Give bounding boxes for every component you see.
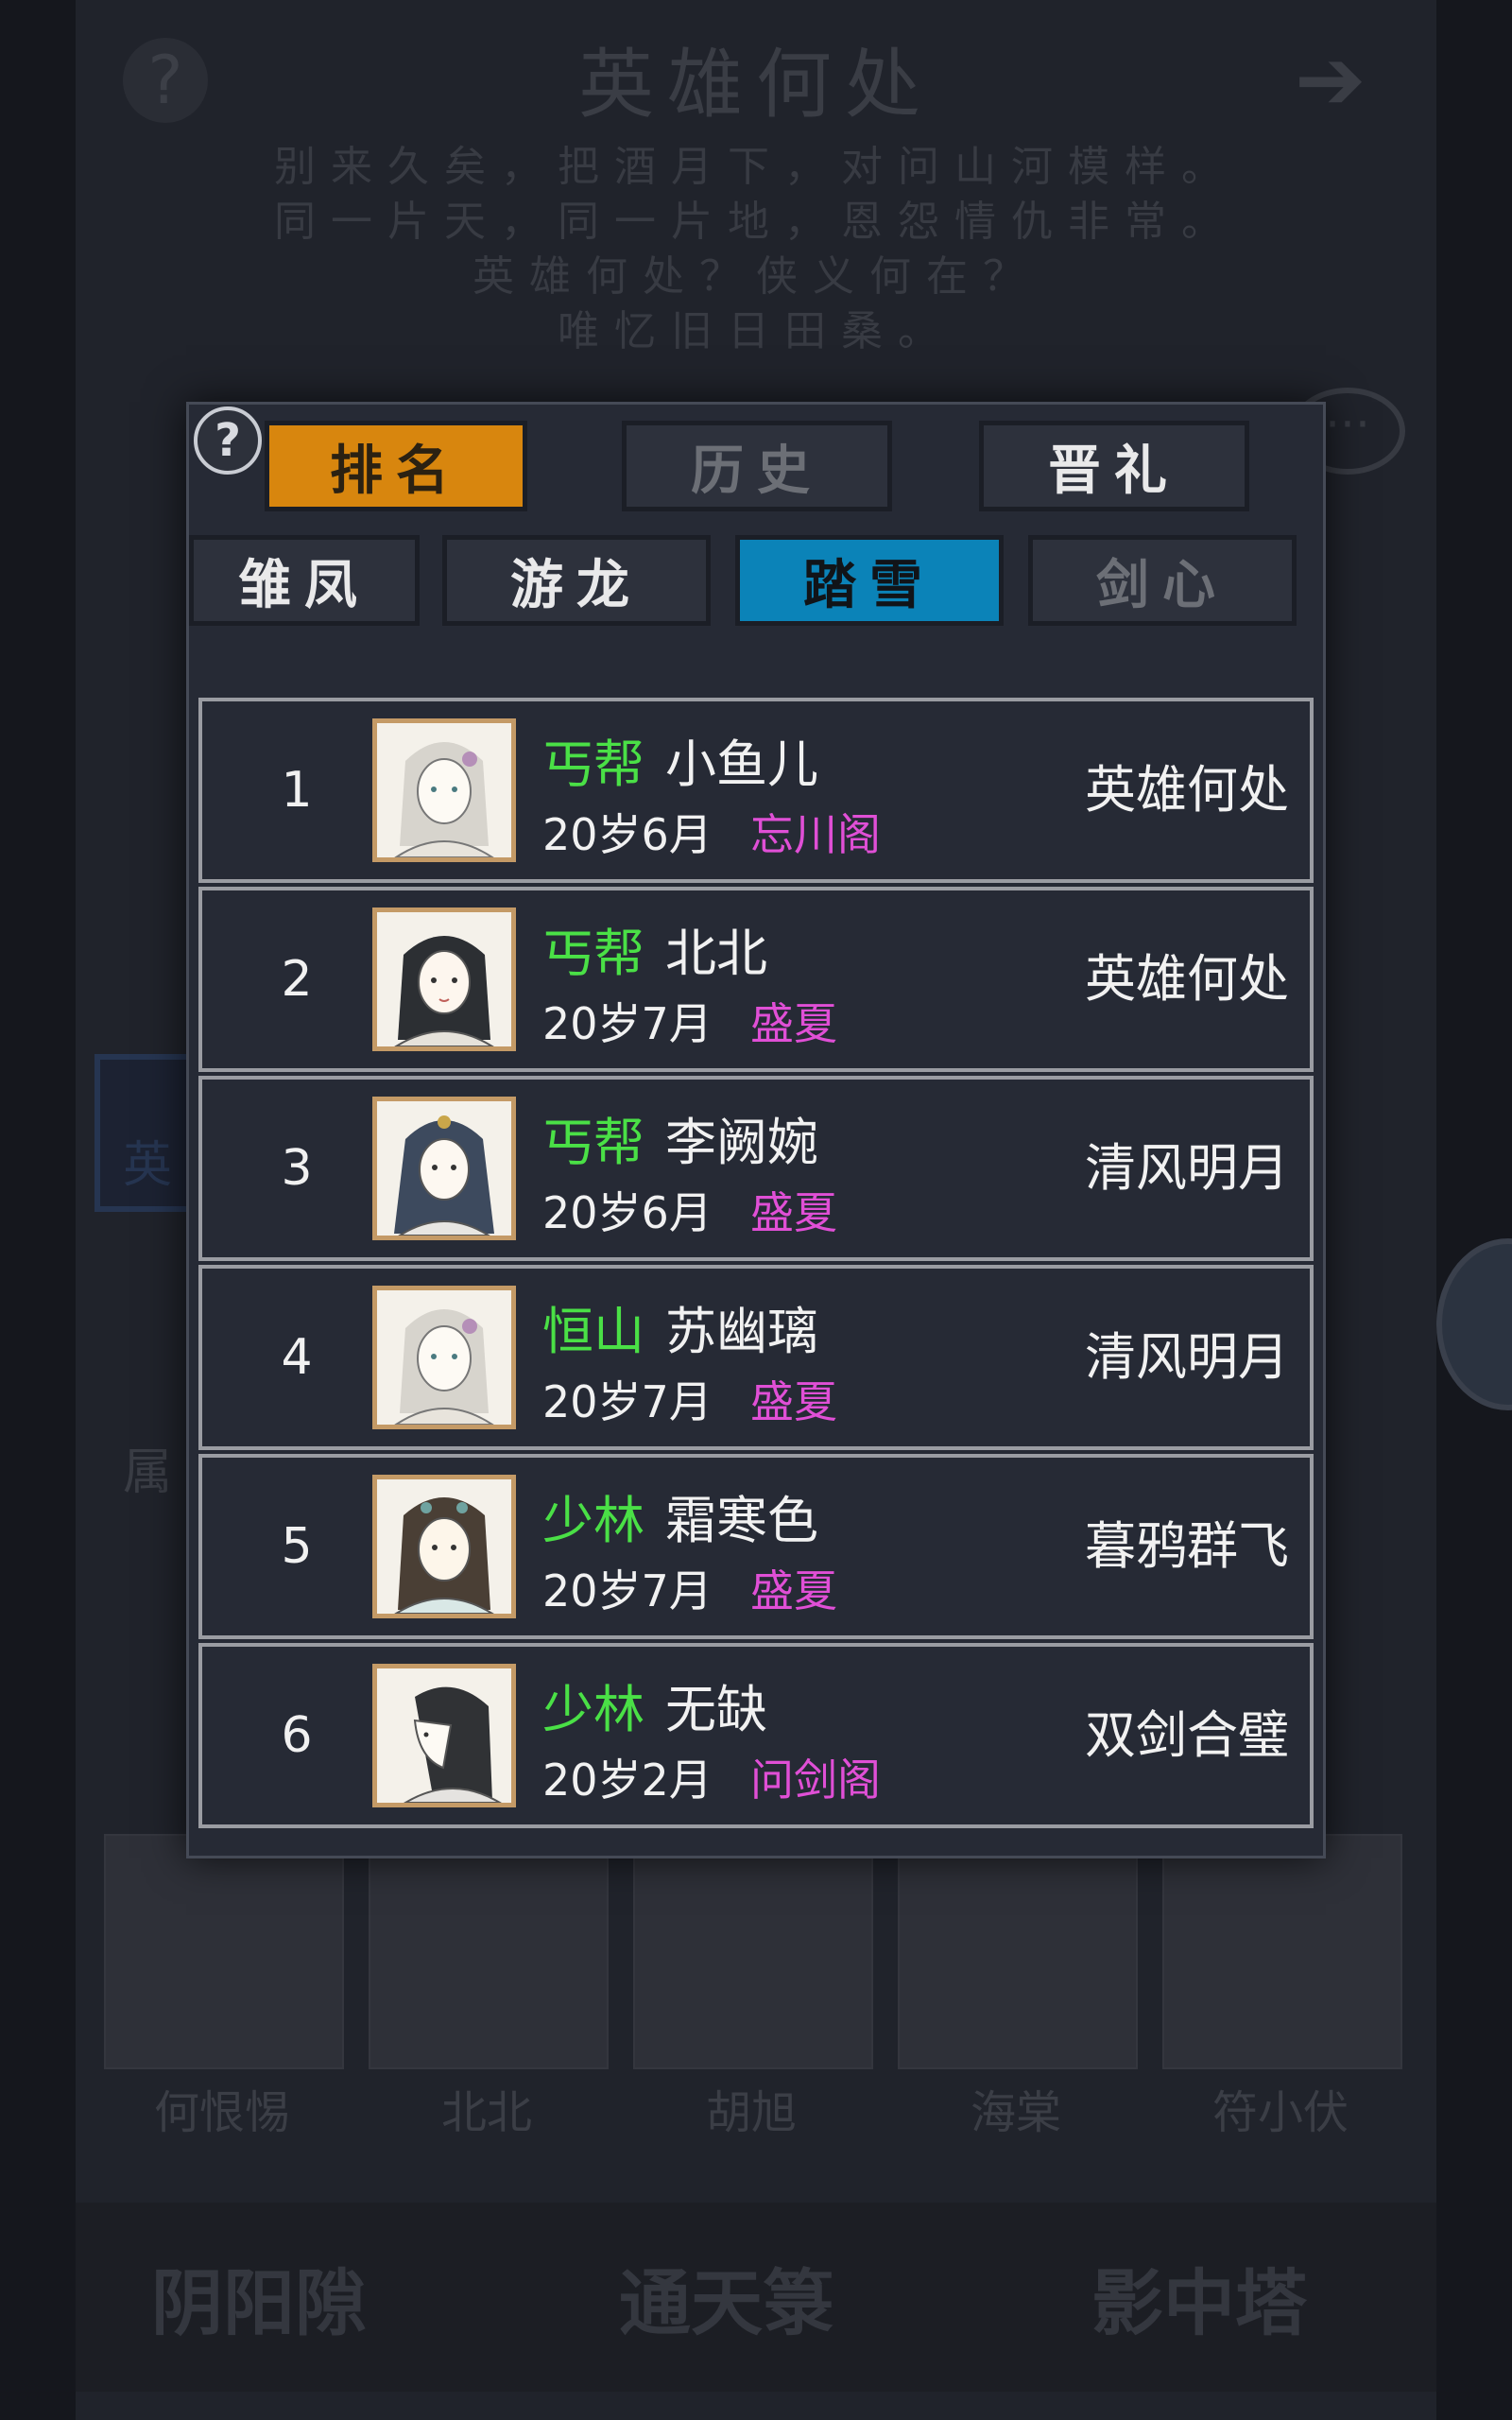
hero-portrait[interactable] [369,1834,609,2069]
hero-name: 何恨惕 [153,2086,290,2139]
player-age: 20岁2月 [542,1754,713,1806]
guild-name: 问剑阁 [750,1754,881,1806]
poem-line: 同一片天，同一片地，恩怨情仇非常。 [274,198,1238,246]
ranking-row[interactable]: 1 丐帮 小鱼儿 20岁6月 忘川阁 英雄何处 [198,698,1314,883]
player-name: 小鱼儿 [665,735,818,794]
subtab-taxue[interactable]: 踏雪 [735,535,1004,626]
player-age: 20岁6月 [542,1187,713,1238]
ranking-row[interactable]: 6 少林 无缺 20岁2月 问剑阁 双剑合璧 [198,1643,1314,1828]
server-name: 清风明月 [1085,1327,1289,1387]
subtab-chufeng[interactable]: 雏凤 [189,535,420,626]
player-name: 霜寒色 [665,1491,818,1550]
server-name: 清风明月 [1085,1138,1289,1198]
rank-number: 1 [281,762,313,819]
guild-name: 盛夏 [750,1565,837,1616]
avatar [372,1475,516,1618]
player-age: 20岁6月 [542,809,713,860]
player-name: 李阙婉 [665,1113,818,1172]
page-title: 英雄何处 [578,41,934,129]
avatar [372,1664,516,1807]
ranking-list: 1 丐帮 小鱼儿 20岁6月 忘川阁 英雄何处 2 丐帮 北北 20岁7月 盛夏… [198,698,1314,1834]
player-age: 20岁7月 [542,1376,713,1427]
hero-name: 胡旭 [705,2086,797,2139]
side-label: 英 [123,1137,173,1194]
portrait-icon [394,1497,494,1614]
sect-label: 丐帮 [542,1113,644,1172]
medal-icon[interactable] [1436,1238,1512,1410]
avatar [372,718,516,862]
bottom-button-yinyangxi[interactable]: 阴阳隙 [151,2245,367,2349]
server-name: 英雄何处 [1085,760,1289,820]
rank-number: 6 [281,1707,313,1764]
avatar [372,1286,516,1429]
guild-name: 盛夏 [750,1187,837,1238]
ranking-row[interactable]: 4 恒山 苏幽璃 20岁7月 盛夏 清风明月 [198,1265,1314,1450]
player-age: 20岁7月 [542,1565,713,1616]
sect-label: 丐帮 [542,735,644,794]
player-name: 北北 [665,924,767,983]
server-name: 英雄何处 [1085,949,1289,1009]
avatar [372,908,516,1051]
hero-portrait[interactable] [1162,1834,1402,2069]
rank-number: 3 [281,1140,313,1197]
hero-name: 海棠 [970,2086,1061,2139]
rank-number: 2 [281,951,313,1008]
hero-name: 北北 [440,2086,532,2139]
hero-portrait[interactable] [633,1834,873,2069]
portrait-icon [404,1686,502,1803]
player-age: 20岁7月 [542,998,713,1049]
rank-number: 4 [281,1329,313,1386]
ranking-row[interactable]: 3 丐帮 李阙婉 20岁6月 盛夏 清风明月 [198,1076,1314,1261]
tab-history[interactable]: 历史 [622,421,892,511]
poem-line: 别来久矣，把酒月下，对问山河模样。 [274,143,1238,191]
sect-label: 少林 [542,1491,644,1550]
bottom-button-tongtianlu[interactable]: 通天箓 [619,2245,834,2349]
portrait-icon [394,742,494,857]
attribute-label: 属 [123,1444,173,1501]
tab-ranking[interactable]: 排名 [265,421,527,511]
portrait-icon [394,1309,494,1425]
player-name: 苏幽璃 [665,1302,818,1361]
poem-line: 唯忆旧日田桑。 [558,307,954,355]
poem-line: 英雄何处？侠义何在？ [472,252,1040,301]
sect-label: 丐帮 [542,924,644,983]
bottom-button-yingzhongta[interactable]: 影中塔 [1091,2245,1307,2349]
ranking-row[interactable]: 2 丐帮 北北 20岁7月 盛夏 英雄何处 [198,887,1314,1072]
hero-portrait[interactable] [898,1834,1138,2069]
player-name: 无缺 [665,1680,767,1739]
subtab-jianxin[interactable]: 剑心 [1028,535,1297,626]
guild-name: 盛夏 [750,998,837,1049]
sect-label: 少林 [542,1680,644,1739]
avatar [372,1097,516,1240]
subtab-youlong[interactable]: 游龙 [442,535,711,626]
guild-name: 忘川阁 [750,809,881,860]
portrait-icon [394,1115,494,1236]
server-name: 双剑合璧 [1085,1705,1289,1765]
portrait-icon [394,936,494,1046]
hero-portrait[interactable] [104,1834,344,2069]
sect-label: 恒山 [542,1302,644,1361]
hero-name: 符小伏 [1211,2086,1349,2139]
server-name: 暮鸦群飞 [1085,1516,1289,1576]
rank-number: 5 [281,1518,313,1575]
guild-name: 盛夏 [750,1376,837,1427]
tab-promotion[interactable]: 晋礼 [979,421,1249,511]
ranking-row[interactable]: 5 少林 霜寒色 20岁7月 盛夏 暮鸦群飞 [198,1454,1314,1639]
modal-help-icon[interactable]: ? [194,406,262,475]
